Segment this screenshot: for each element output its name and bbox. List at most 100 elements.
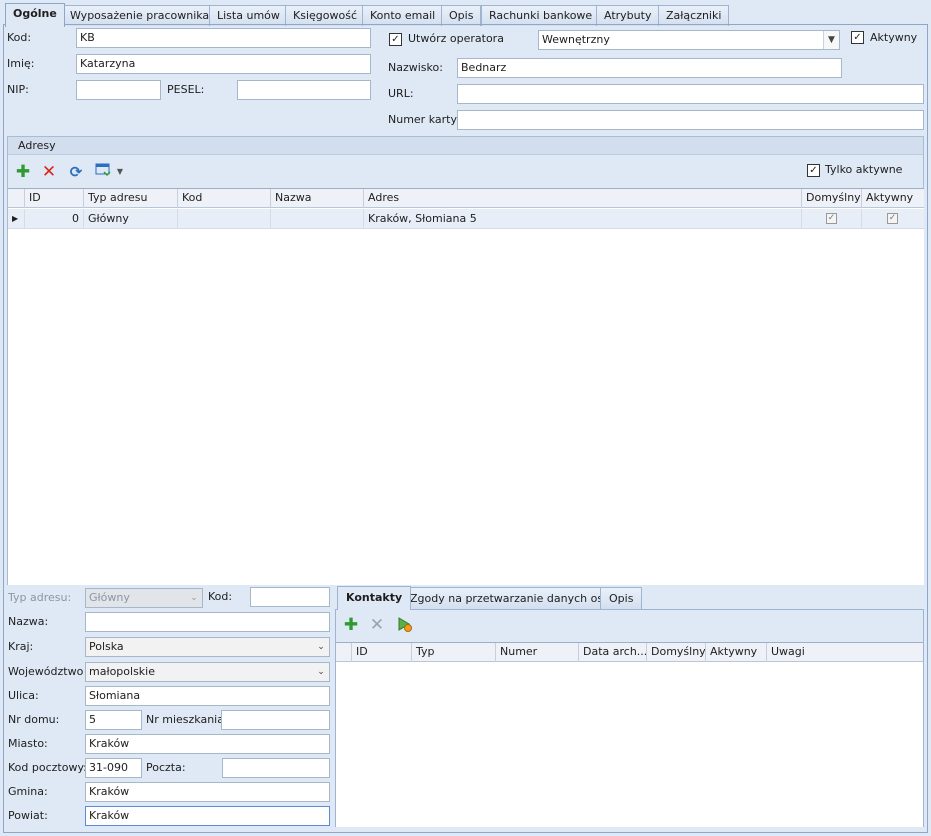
export-icon[interactable]	[94, 163, 112, 181]
kod-pocztowy-label: Kod pocztowy:	[8, 761, 87, 774]
active-checkbox[interactable]: ✓	[851, 31, 864, 44]
tab-wyposazenie[interactable]: Wyposażenie pracownika	[62, 5, 218, 26]
card-label: Numer karty:	[388, 113, 460, 126]
nr-domu-input[interactable]: 5	[85, 710, 142, 730]
wojewodztwo-select[interactable]: małopolskie ⌄	[85, 662, 330, 682]
cell-kod[interactable]	[178, 209, 271, 229]
tab-lista-umow[interactable]: Lista umów	[209, 5, 288, 26]
create-operator-label: Utwórz operatora	[408, 32, 504, 45]
dropdown-arrow-icon[interactable]: ▼	[823, 31, 839, 49]
col-data-arch[interactable]: Data arch...	[579, 643, 647, 662]
row-indicator-header	[8, 189, 25, 208]
miasto-input[interactable]: Kraków	[85, 734, 330, 754]
address-kod-input[interactable]	[250, 587, 330, 607]
nazwisko-input[interactable]: Bednarz	[457, 58, 842, 78]
tab-konto-email[interactable]: Konto email	[362, 5, 444, 26]
delete-contact-icon[interactable]: ✕	[368, 616, 386, 634]
url-input[interactable]	[457, 84, 924, 104]
kraj-label: Kraj:	[8, 640, 34, 653]
nr-mieszkania-label: Nr mieszkania:	[146, 713, 228, 726]
imie-label: Imię:	[7, 57, 35, 70]
only-active-checkbox[interactable]: ✓	[807, 164, 820, 177]
row-active-checkbox[interactable]: ✓	[887, 213, 898, 224]
tab-opis[interactable]: Opis	[441, 5, 482, 26]
nazwa-label: Nazwa:	[8, 615, 49, 628]
main-tabbar: Ogólne Wyposażenie pracownika Lista umów…	[3, 3, 931, 27]
ulica-input[interactable]: Słomiana	[85, 686, 330, 706]
kraj-select[interactable]: Polska ⌄	[85, 637, 330, 657]
gmina-input[interactable]: Kraków	[85, 782, 330, 802]
tab-atrybuty[interactable]: Atrybuty	[596, 5, 660, 26]
ulica-label: Ulica:	[8, 689, 39, 702]
contacts-header: ID Typ Numer Data arch... Domyślny Aktyw…	[336, 643, 923, 662]
col-id[interactable]: ID	[352, 643, 412, 662]
tab-zalaczniki[interactable]: Załączniki	[658, 5, 730, 26]
cell-typ-adresu[interactable]: Główny	[84, 209, 178, 229]
tab-ogolne[interactable]: Ogólne	[5, 3, 65, 27]
nazwa-input[interactable]	[85, 612, 330, 632]
url-label: URL:	[388, 87, 414, 100]
addresses-group: Adresy ✚ ✕ ⟳ ▼ ✓ Tylko aktywne ID Typ ad…	[7, 136, 924, 585]
cell-id[interactable]: 0	[25, 209, 84, 229]
poczta-label: Poczta:	[146, 761, 186, 774]
col-numer[interactable]: Numer	[496, 643, 579, 662]
type-label: Typ adresu:	[8, 591, 72, 604]
chevron-down-icon[interactable]: ⌄	[313, 663, 329, 681]
table-row[interactable]: ▶ 0 Główny Kraków, Słomiana 5 ✓ ✓	[8, 209, 924, 229]
col-typ[interactable]: Typ	[412, 643, 496, 662]
tab-ksiegowosc[interactable]: Księgowość	[285, 5, 365, 26]
col-aktywny[interactable]: Aktywny	[706, 643, 767, 662]
col-uwagi[interactable]: Uwagi	[767, 643, 923, 662]
play-icon[interactable]	[395, 616, 413, 634]
chevron-down-icon[interactable]: ▼	[115, 163, 125, 181]
address-type-value: Główny	[89, 591, 130, 604]
kod-input[interactable]: KB	[76, 28, 371, 48]
cell-aktywny[interactable]: ✓	[862, 209, 924, 229]
tab-rachunki-bankowe[interactable]: Rachunki bankowe	[481, 5, 601, 26]
cell-nazwa[interactable]	[271, 209, 364, 229]
delete-icon[interactable]: ✕	[40, 163, 58, 181]
imie-input[interactable]: Katarzyna	[76, 54, 371, 74]
addresses-table: ID Typ adresu Kod Nazwa Adres Domyślny A…	[8, 188, 924, 585]
tab-zgody[interactable]: Zgody na przetwarzanie danych os.	[401, 587, 616, 609]
gmina-label: Gmina:	[8, 785, 48, 798]
col-nazwa[interactable]: Nazwa	[271, 189, 364, 208]
nr-mieszkania-input[interactable]	[221, 710, 330, 730]
col-typ-adresu[interactable]: Typ adresu	[84, 189, 178, 208]
add-contact-icon[interactable]: ✚	[342, 616, 360, 634]
nip-label: NIP:	[7, 83, 29, 96]
col-domyslny[interactable]: Domyślny	[802, 189, 862, 208]
cell-adres[interactable]: Kraków, Słomiana 5	[364, 209, 802, 229]
col-id[interactable]: ID	[25, 189, 84, 208]
poczta-input[interactable]	[222, 758, 330, 778]
operator-type-select[interactable]: Wewnętrzny ▼	[538, 30, 840, 50]
nip-input[interactable]	[76, 80, 161, 100]
row-indicator-header	[336, 643, 352, 662]
kod-pocztowy-input[interactable]: 31-090	[85, 758, 142, 778]
default-checkbox[interactable]: ✓	[826, 213, 837, 224]
powiat-input[interactable]: Kraków	[85, 806, 330, 826]
address-type-select: Główny ⌄	[85, 588, 203, 608]
col-kod[interactable]: Kod	[178, 189, 271, 208]
tab-kontakty[interactable]: Kontakty	[337, 586, 412, 610]
wojewodztwo-value: małopolskie	[89, 665, 156, 678]
wojewodztwo-label: Województwo	[8, 665, 84, 678]
tab-opis-contacts[interactable]: Opis	[600, 587, 643, 609]
refresh-icon[interactable]: ⟳	[67, 163, 85, 181]
create-operator-checkbox[interactable]: ✓	[389, 33, 402, 46]
row-pointer-icon: ▶	[8, 209, 25, 229]
addresses-title: Adresy	[8, 137, 923, 155]
col-domyslny[interactable]: Domyślny	[647, 643, 706, 662]
chevron-down-icon[interactable]: ⌄	[313, 638, 329, 656]
col-adres[interactable]: Adres	[364, 189, 802, 208]
col-aktywny[interactable]: Aktywny	[862, 189, 924, 208]
kod-label: Kod:	[7, 31, 32, 44]
pesel-input[interactable]	[237, 80, 371, 100]
chevron-down-icon: ⌄	[190, 593, 198, 603]
address-kod-label: Kod:	[208, 590, 233, 603]
add-icon[interactable]: ✚	[14, 163, 32, 181]
cell-domyslny[interactable]: ✓	[802, 209, 862, 229]
operator-type-value: Wewnętrzny	[542, 33, 610, 46]
card-input[interactable]	[457, 110, 924, 130]
active-label: Aktywny	[870, 31, 918, 44]
